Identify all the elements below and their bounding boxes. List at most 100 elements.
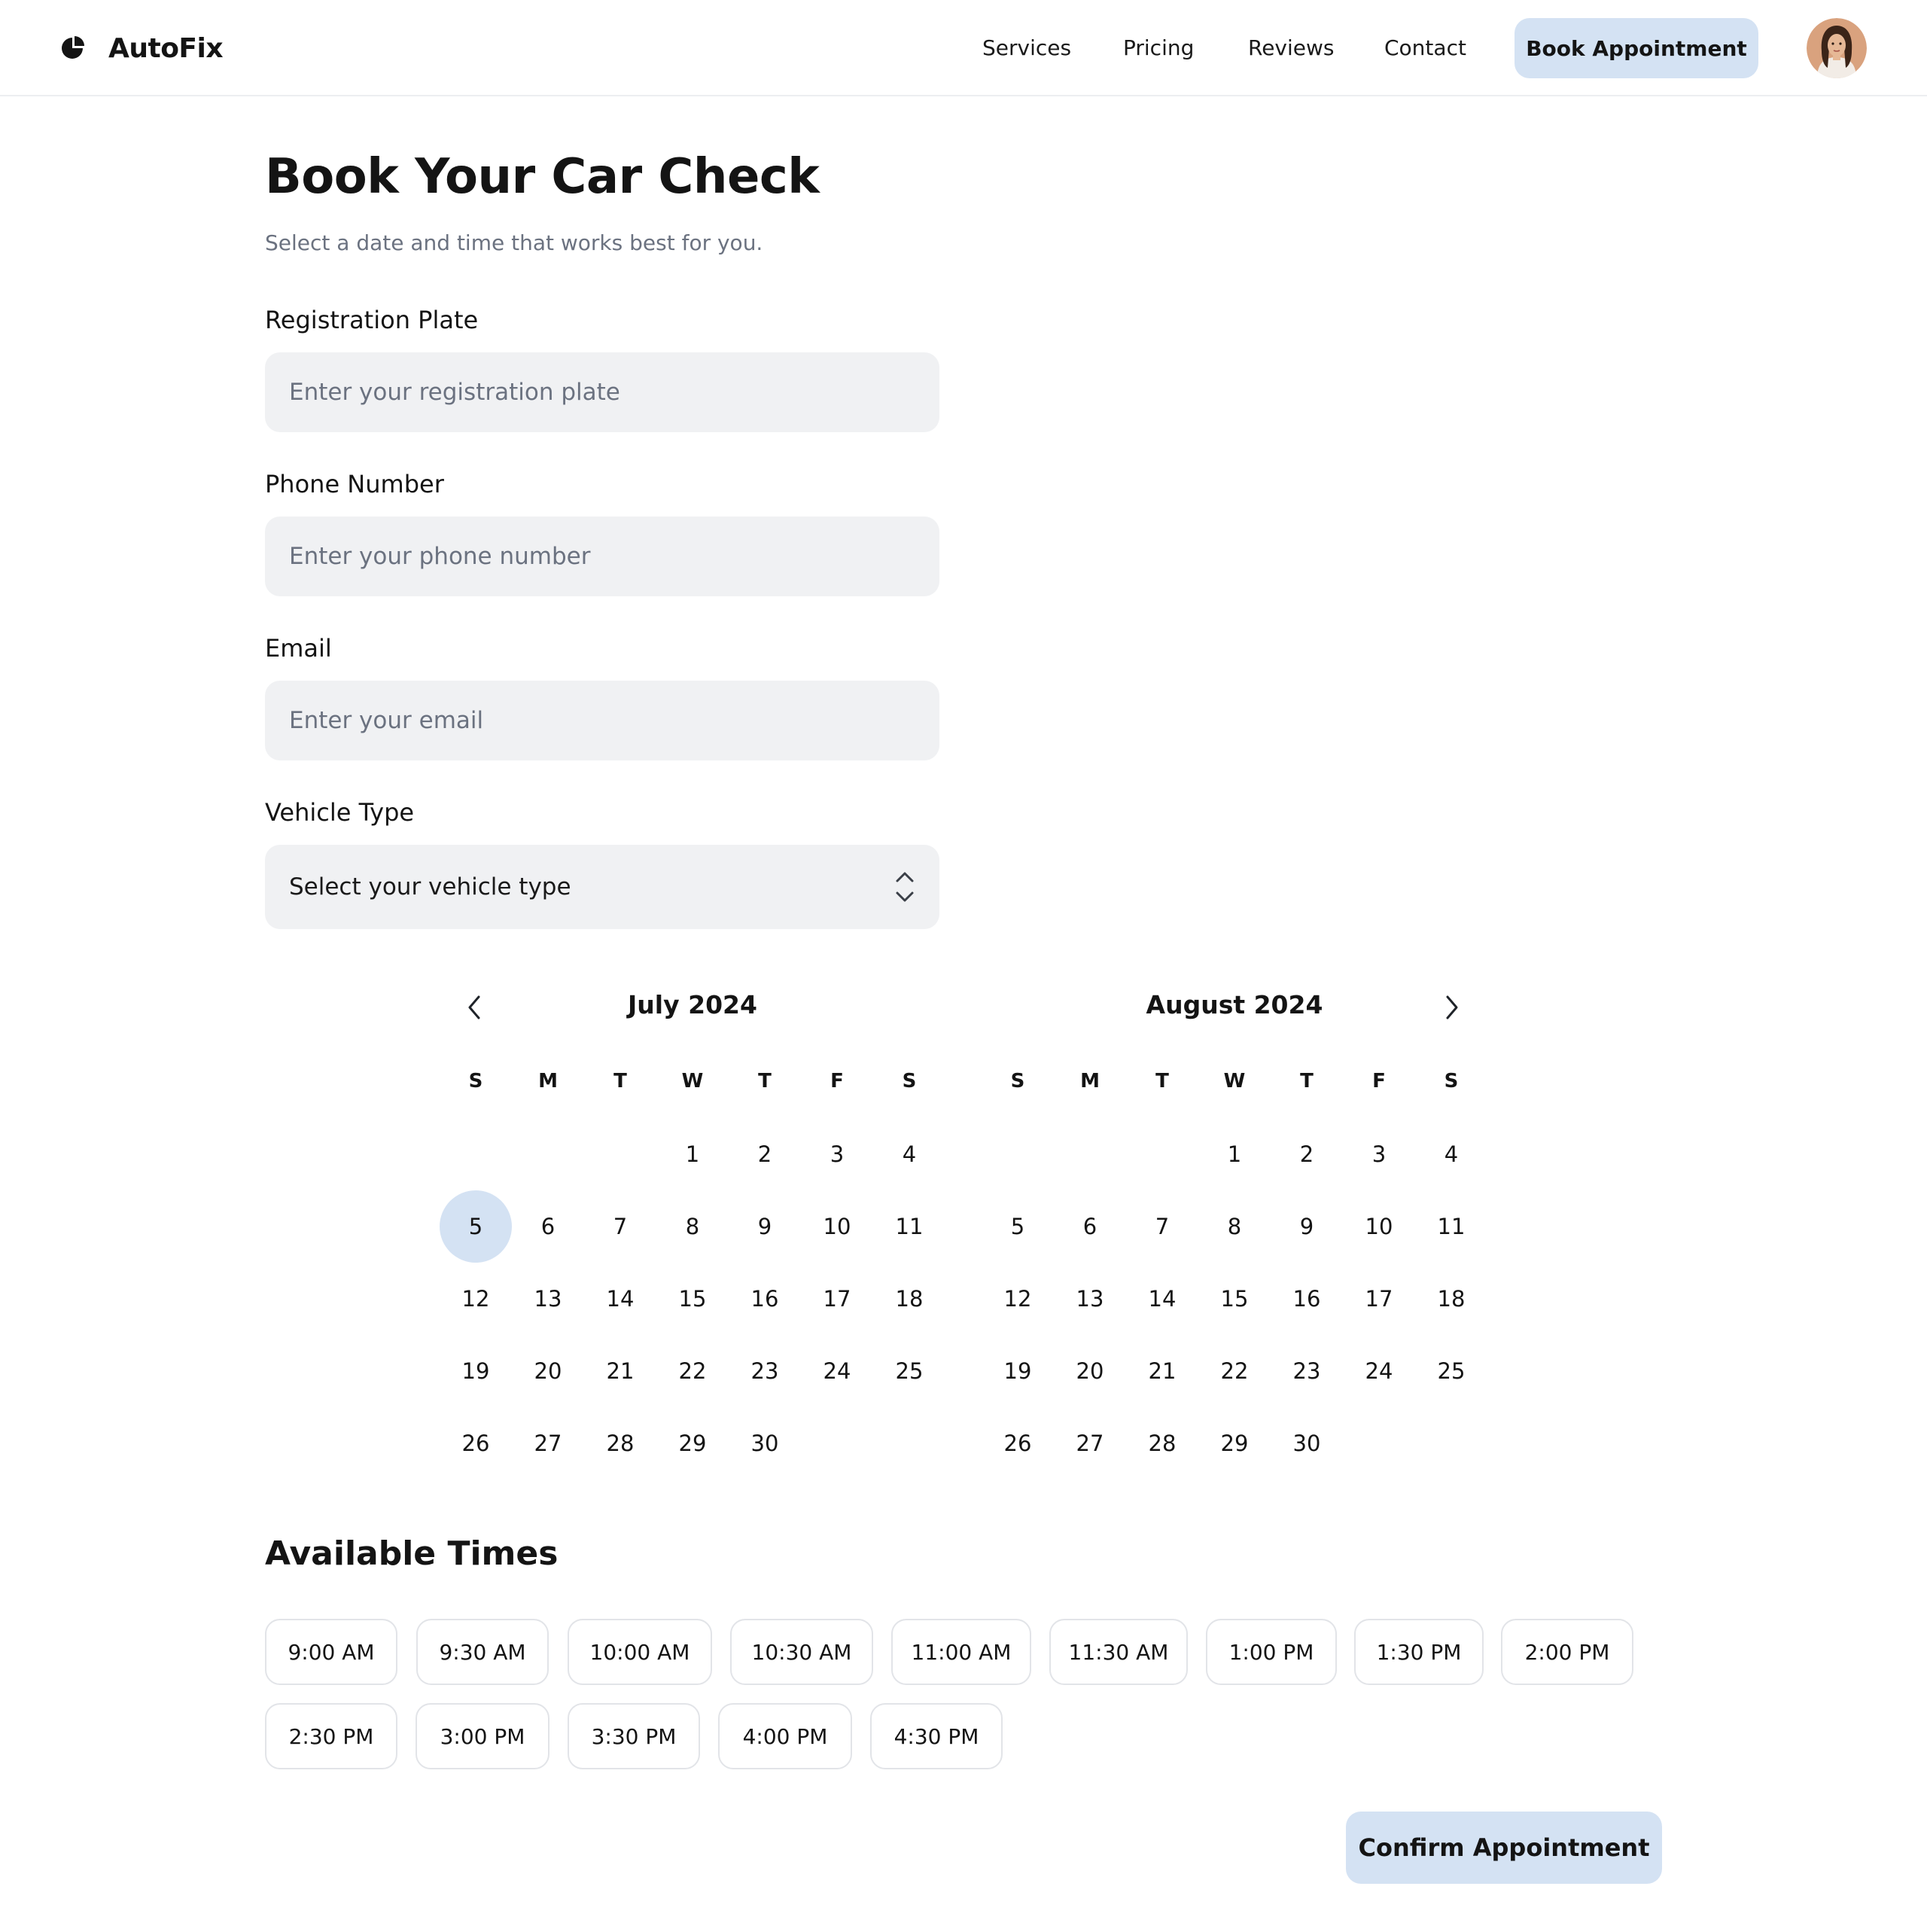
calendar-day[interactable]: 25 bbox=[1415, 1335, 1487, 1407]
phone-number-input[interactable] bbox=[265, 517, 939, 596]
time-slot-button[interactable]: 4:00 PM bbox=[718, 1703, 852, 1769]
calendar-day[interactable]: 28 bbox=[584, 1407, 656, 1479]
calendar-day[interactable]: 7 bbox=[584, 1190, 656, 1263]
email-input[interactable] bbox=[265, 681, 939, 760]
calendar-day[interactable]: 24 bbox=[1343, 1335, 1415, 1407]
calendar-day[interactable]: 20 bbox=[512, 1335, 584, 1407]
calendar-day[interactable]: 20 bbox=[1054, 1335, 1126, 1407]
nav-link-pricing[interactable]: Pricing bbox=[1123, 18, 1194, 78]
calendar-day[interactable]: 29 bbox=[656, 1407, 729, 1479]
calendar-next-button[interactable] bbox=[1436, 989, 1466, 1026]
calendar-day[interactable]: 19 bbox=[982, 1335, 1054, 1407]
time-slot-button[interactable]: 11:00 AM bbox=[891, 1619, 1031, 1685]
calendar-day[interactable]: 4 bbox=[873, 1118, 945, 1190]
calendar-day[interactable]: 11 bbox=[1415, 1190, 1487, 1263]
calendar-day[interactable]: 18 bbox=[1415, 1263, 1487, 1335]
calendar-day[interactable]: 6 bbox=[512, 1190, 584, 1263]
calendar-day[interactable]: 26 bbox=[982, 1407, 1054, 1479]
calendar-day[interactable]: 13 bbox=[512, 1263, 584, 1335]
time-slot-button[interactable]: 9:30 AM bbox=[416, 1619, 549, 1685]
calendar-day[interactable]: 3 bbox=[1343, 1118, 1415, 1190]
calendar-day[interactable]: 25 bbox=[873, 1335, 945, 1407]
calendar-day[interactable]: 17 bbox=[801, 1263, 873, 1335]
weekday-header: F bbox=[1372, 1070, 1386, 1092]
calendar-day[interactable]: 18 bbox=[873, 1263, 945, 1335]
calendar-day[interactable]: 29 bbox=[1198, 1407, 1271, 1479]
calendar-day[interactable]: 2 bbox=[729, 1118, 801, 1190]
nav-link-reviews[interactable]: Reviews bbox=[1248, 18, 1335, 78]
registration-plate-label: Registration Plate bbox=[265, 306, 479, 334]
calendar-day[interactable]: 19 bbox=[440, 1335, 512, 1407]
time-slot-button[interactable]: 3:00 PM bbox=[416, 1703, 549, 1769]
calendar-day[interactable]: 22 bbox=[656, 1335, 729, 1407]
calendar-day[interactable]: 14 bbox=[1126, 1263, 1198, 1335]
calendar-day[interactable]: 2 bbox=[1271, 1118, 1343, 1190]
time-slot-button[interactable]: 4:30 PM bbox=[870, 1703, 1003, 1769]
user-avatar[interactable] bbox=[1807, 18, 1867, 78]
time-slot-button[interactable]: 10:30 AM bbox=[730, 1619, 873, 1685]
calendar-day[interactable]: 23 bbox=[1271, 1335, 1343, 1407]
calendar-day[interactable]: 6 bbox=[1054, 1190, 1126, 1263]
time-slot-button[interactable]: 1:30 PM bbox=[1354, 1619, 1484, 1685]
calendar-day[interactable]: 15 bbox=[656, 1263, 729, 1335]
calendar-day[interactable]: 28 bbox=[1126, 1407, 1198, 1479]
calendar-day[interactable]: 9 bbox=[729, 1190, 801, 1263]
calendar-day[interactable]: 24 bbox=[801, 1335, 873, 1407]
available-times-title: Available Times bbox=[265, 1534, 559, 1573]
calendar-day[interactable]: 4 bbox=[1415, 1118, 1487, 1190]
calendar-day[interactable]: 30 bbox=[729, 1407, 801, 1479]
calendar-day[interactable]: 22 bbox=[1198, 1335, 1271, 1407]
calendar-day[interactable]: 16 bbox=[1271, 1263, 1343, 1335]
calendar-day[interactable]: 5 bbox=[982, 1190, 1054, 1263]
vehicle-type-label: Vehicle Type bbox=[265, 798, 415, 827]
calendar-day[interactable]: 12 bbox=[982, 1263, 1054, 1335]
calendar-day[interactable]: 17 bbox=[1343, 1263, 1415, 1335]
calendar-day[interactable]: 3 bbox=[801, 1118, 873, 1190]
calendar-day[interactable]: 21 bbox=[584, 1335, 656, 1407]
time-slot-button[interactable]: 10:00 AM bbox=[568, 1619, 712, 1685]
calendar-day[interactable]: 13 bbox=[1054, 1263, 1126, 1335]
nav-link-services[interactable]: Services bbox=[982, 18, 1071, 78]
calendar-day[interactable]: 21 bbox=[1126, 1335, 1198, 1407]
calendar-day[interactable]: 1 bbox=[1198, 1118, 1271, 1190]
calendar-day[interactable]: 30 bbox=[1271, 1407, 1343, 1479]
phone-number-label: Phone Number bbox=[265, 470, 444, 498]
book-appointment-button[interactable]: Book Appointment bbox=[1515, 18, 1758, 78]
calendar-day[interactable]: 26 bbox=[440, 1407, 512, 1479]
calendar-month-title: August 2024 bbox=[1146, 990, 1323, 1019]
calendar-day[interactable]: 8 bbox=[656, 1190, 729, 1263]
calendar-day[interactable]: 7 bbox=[1126, 1190, 1198, 1263]
calendar-day[interactable]: 8 bbox=[1198, 1190, 1271, 1263]
time-slot-button[interactable]: 1:00 PM bbox=[1206, 1619, 1337, 1685]
time-slot-button[interactable]: 9:00 AM bbox=[265, 1619, 397, 1685]
brand[interactable]: AutoFix bbox=[60, 27, 224, 69]
page-subtitle: Select a date and time that works best f… bbox=[265, 230, 763, 255]
weekday-header: S bbox=[902, 1070, 917, 1092]
calendar-prev-button[interactable] bbox=[460, 989, 490, 1026]
calendar-day[interactable]: 14 bbox=[584, 1263, 656, 1335]
calendar-day[interactable]: 27 bbox=[512, 1407, 584, 1479]
calendar-day[interactable]: 15 bbox=[1198, 1263, 1271, 1335]
time-slot-button[interactable]: 11:30 AM bbox=[1049, 1619, 1188, 1685]
chevron-left-icon bbox=[468, 995, 480, 1019]
vehicle-type-select[interactable]: Select your vehicle type bbox=[265, 845, 939, 929]
confirm-appointment-button[interactable]: Confirm Appointment bbox=[1346, 1812, 1662, 1884]
page-title: Book Your Car Check bbox=[265, 149, 820, 205]
calendar-day[interactable]: 10 bbox=[1343, 1190, 1415, 1263]
registration-plate-input[interactable] bbox=[265, 352, 939, 432]
time-slot-button[interactable]: 3:30 PM bbox=[568, 1703, 700, 1769]
nav-link-contact[interactable]: Contact bbox=[1384, 18, 1466, 78]
calendar-day[interactable]: 9 bbox=[1271, 1190, 1343, 1263]
weekday-header: F bbox=[830, 1070, 844, 1092]
calendar-day-selected[interactable]: 5 bbox=[440, 1190, 512, 1263]
calendar-day[interactable]: 23 bbox=[729, 1335, 801, 1407]
calendar-day[interactable]: 1 bbox=[656, 1118, 729, 1190]
time-slot-button[interactable]: 2:00 PM bbox=[1501, 1619, 1633, 1685]
calendar-day[interactable]: 10 bbox=[801, 1190, 873, 1263]
calendar-day[interactable]: 11 bbox=[873, 1190, 945, 1263]
calendar-day[interactable]: 27 bbox=[1054, 1407, 1126, 1479]
calendar-day[interactable]: 16 bbox=[729, 1263, 801, 1335]
chevron-up-down-icon bbox=[896, 872, 914, 902]
calendar-day[interactable]: 12 bbox=[440, 1263, 512, 1335]
time-slot-button[interactable]: 2:30 PM bbox=[265, 1703, 397, 1769]
